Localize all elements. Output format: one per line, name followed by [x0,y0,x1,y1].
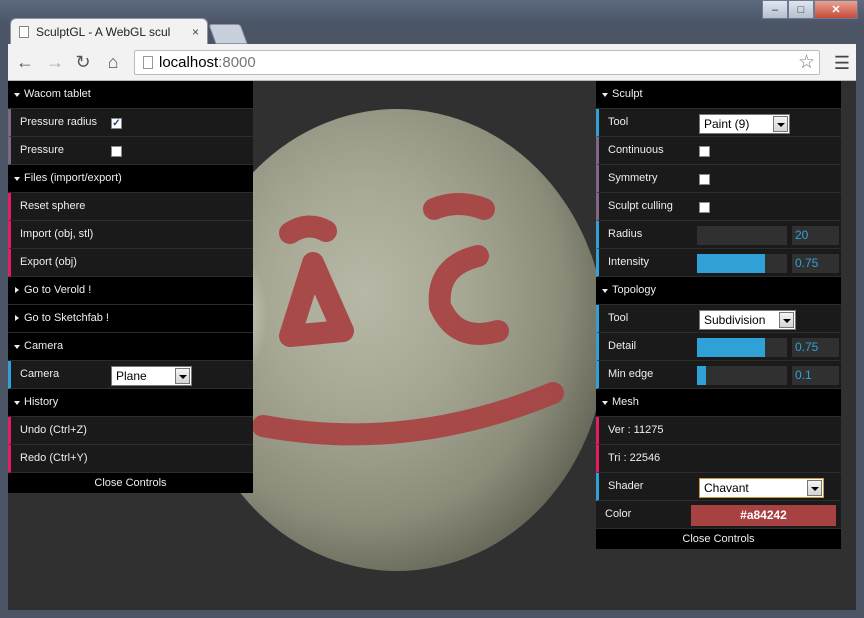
bookmark-star-icon[interactable]: ☆ [798,51,815,74]
intensity-input[interactable]: 0.75 [792,254,839,273]
min-edge-slider[interactable] [697,366,787,385]
radius-row: Radius 20 [596,221,841,249]
sculpt-culling-row[interactable]: Sculpt culling [596,193,841,221]
sculpt-tool-select[interactable]: Paint (9) [699,114,790,134]
maximize-button[interactable]: □ [788,0,814,19]
intensity-slider-fill [697,254,765,273]
radius-input[interactable]: 20 [792,226,839,245]
color-row: Color #a84242 [596,501,841,529]
right-controls-panel: Sculpt Tool Paint (9) Continuous Symmetr… [596,81,841,549]
continuous-row[interactable]: Continuous [596,137,841,165]
shader-select[interactable]: Chavant [699,478,824,498]
reload-icon[interactable]: ↻ [72,52,94,72]
sculpt-culling-checkbox[interactable] [699,202,710,213]
intensity-slider[interactable] [697,254,787,273]
tab-close-icon[interactable]: × [192,25,199,39]
tab-title: SculptGL - A WebGL scul [36,24,171,39]
address-bar[interactable]: localhost:8000 ☆ [134,50,820,75]
min-edge-input[interactable]: 0.1 [792,366,839,385]
page-icon [19,25,29,38]
topology-tool-row: Tool Subdivision [596,305,841,333]
pressure-radius-row[interactable]: Pressure radius ✓ [8,109,253,137]
topology-tool-select[interactable]: Subdivision [699,310,796,330]
back-arrow-icon[interactable]: ← [14,52,36,72]
shader-row: Shader Chavant [596,473,841,501]
menu-icon[interactable]: ☰ [834,53,850,74]
folder-camera[interactable]: Camera [8,333,253,361]
export-button[interactable]: Export (obj) [8,249,253,277]
page-icon [143,56,153,69]
symmetry-row[interactable]: Symmetry [596,165,841,193]
color-picker[interactable]: #a84242 [691,505,836,526]
paint-stroke-left-eye-top [279,215,337,244]
pressure-checkbox[interactable] [111,146,122,157]
import-button[interactable]: Import (obj, stl) [8,221,253,249]
new-tab-button[interactable] [208,24,248,44]
detail-row: Detail 0.75 [596,333,841,361]
radius-slider[interactable] [697,226,787,245]
chevron-down-icon [779,312,794,328]
browser-tab[interactable]: SculptGL - A WebGL scul × [10,18,208,44]
symmetry-checkbox[interactable] [699,174,710,185]
min-edge-slider-fill [697,366,706,385]
folder-sketchfab[interactable]: Go to Sketchfab ! [8,305,253,333]
forward-arrow-icon[interactable]: → [44,52,66,72]
webgl-viewport[interactable]: Wacom tablet Pressure radius ✓ Pressure … [8,81,856,610]
sculpt-tool-row: Tool Paint (9) [596,109,841,137]
detail-slider-fill [697,338,765,357]
folder-history[interactable]: History [8,389,253,417]
paint-stroke-left-eye [279,252,354,347]
home-icon[interactable]: ⌂ [102,52,124,72]
folder-topology[interactable]: Topology [596,277,841,305]
pressure-row[interactable]: Pressure [8,137,253,165]
close-controls-button-right[interactable]: Close Controls [596,529,841,549]
chevron-down-icon [175,368,190,384]
browser-toolbar: ← → ↻ ⌂ localhost:8000 ☆ ☰ [8,44,856,81]
folder-sculpt[interactable]: Sculpt [596,81,841,109]
folder-files[interactable]: Files (import/export) [8,165,253,193]
continuous-checkbox[interactable] [699,146,710,157]
redo-button[interactable]: Redo (Ctrl+Y) [8,445,253,473]
pressure-radius-checkbox[interactable]: ✓ [111,118,122,129]
close-controls-button-left[interactable]: Close Controls [8,473,253,493]
paint-stroke-right-eye-top [423,193,495,220]
intensity-row: Intensity 0.75 [596,249,841,277]
detail-slider[interactable] [697,338,787,357]
left-controls-panel: Wacom tablet Pressure radius ✓ Pressure … [8,81,253,493]
folder-wacom-tablet[interactable]: Wacom tablet [8,81,253,109]
url-text: localhost:8000 [159,54,256,71]
window-buttons: – □ ✕ [762,0,858,19]
minimize-button[interactable]: – [762,0,788,19]
paint-stroke-right-eye [428,245,509,345]
browser-window: – □ ✕ SculptGL - A WebGL scul × ← → ↻ ⌂ … [0,0,864,618]
chevron-down-icon [807,480,822,496]
min-edge-row: Min edge 0.1 [596,361,841,389]
undo-button[interactable]: Undo (Ctrl+Z) [8,417,253,445]
camera-select[interactable]: Plane [111,366,192,386]
vertices-count: Ver : 11275 [596,417,841,445]
folder-verold[interactable]: Go to Verold ! [8,277,253,305]
reset-sphere-button[interactable]: Reset sphere [8,193,253,221]
detail-input[interactable]: 0.75 [792,338,839,357]
camera-row: Camera Plane [8,361,253,389]
close-window-button[interactable]: ✕ [814,0,858,19]
folder-mesh[interactable]: Mesh [596,389,841,417]
paint-stroke-mouth [252,382,564,446]
triangles-count: Tri : 22546 [596,445,841,473]
chevron-down-icon [773,116,788,132]
